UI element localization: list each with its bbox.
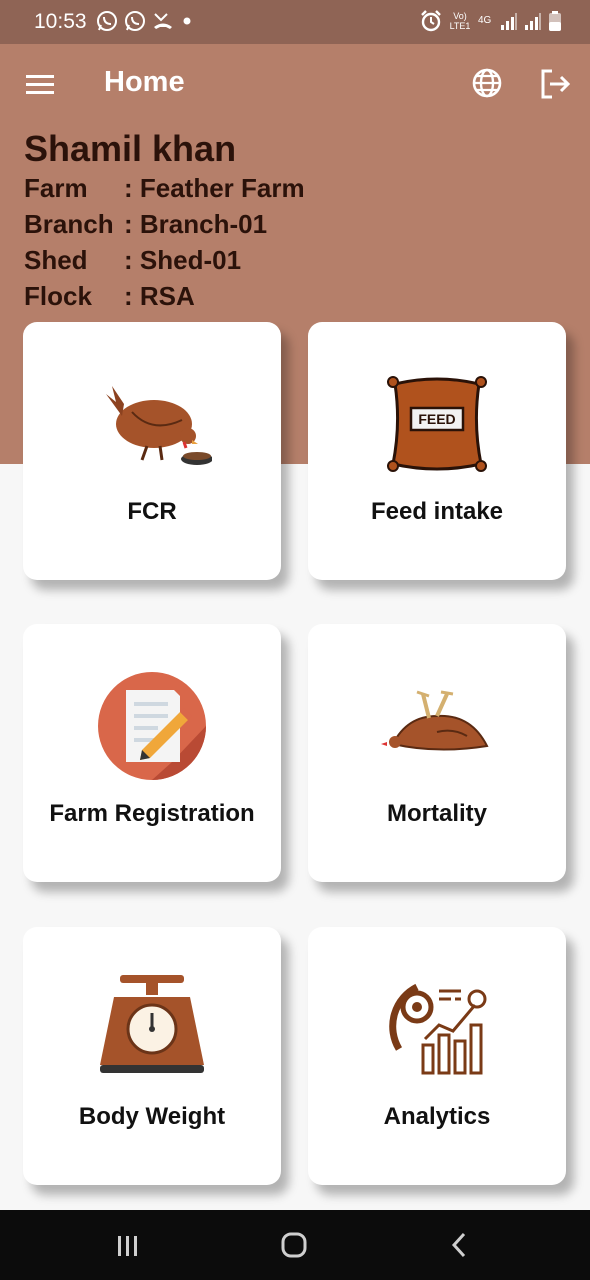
analytics-label: Analytics xyxy=(383,1103,491,1130)
flock-value: : RSA xyxy=(124,281,195,311)
menu-button[interactable] xyxy=(22,66,58,102)
recent-apps-button[interactable] xyxy=(108,1228,148,1262)
feed-bag-text: FEED xyxy=(418,411,455,427)
shed-value: : Shed-01 xyxy=(124,245,242,275)
branch-value: : Branch-01 xyxy=(124,209,268,239)
profile-info: Shamil khan Farm : Feather Farm Branch :… xyxy=(24,128,305,314)
farm-row: Farm : Feather Farm xyxy=(24,170,305,206)
page-title: Home xyxy=(104,66,185,98)
hamburger-menu-icon xyxy=(26,75,54,94)
branch-label: Branch xyxy=(24,209,114,239)
recent-apps-icon xyxy=(118,1236,137,1256)
feed-bag-icon: FEED xyxy=(387,376,487,472)
dot-icon xyxy=(183,17,191,25)
registration-form-icon xyxy=(98,672,206,780)
app-bar: Home xyxy=(0,44,590,124)
flock-label: Flock xyxy=(24,281,92,311)
fcr-label: FCR xyxy=(127,498,177,525)
status-right-icons: Vo) LTE1 4G xyxy=(420,9,562,33)
home-button[interactable] xyxy=(274,1228,314,1262)
hen-eating-icon xyxy=(106,386,212,465)
globe-icon xyxy=(472,68,502,98)
volte-icon: Vo) LTE1 xyxy=(449,11,471,31)
4g-icon: 4G xyxy=(478,15,492,26)
farm-label: Farm xyxy=(24,173,88,203)
alarm-icon xyxy=(421,10,441,32)
farm-registration-card[interactable]: Farm Registration xyxy=(23,624,281,882)
branch-row: Branch : Branch-01 xyxy=(24,206,305,242)
user-name: Shamil khan xyxy=(24,128,237,169)
body-weight-label: Body Weight xyxy=(78,1103,226,1130)
weighing-scale-icon xyxy=(100,975,204,1073)
dead-chicken-icon xyxy=(381,690,489,751)
missed-call-icon xyxy=(154,13,172,29)
shed-label: Shed xyxy=(24,245,88,275)
status-left-icons xyxy=(96,10,194,32)
whatsapp-icon xyxy=(97,11,117,31)
logout-button[interactable] xyxy=(537,66,573,102)
language-button[interactable] xyxy=(470,66,504,100)
status-bar: 10:53 Vo) LTE1 4G xyxy=(0,0,590,44)
back-icon xyxy=(451,1232,466,1258)
fcr-card[interactable]: FCR xyxy=(23,322,281,580)
feed-intake-card[interactable]: FEED Feed intake xyxy=(308,322,566,580)
back-button[interactable] xyxy=(440,1228,480,1262)
signal-icon xyxy=(525,13,541,30)
analytics-card[interactable]: Analytics xyxy=(308,927,566,1185)
logout-icon xyxy=(541,69,571,99)
battery-icon xyxy=(549,11,561,31)
analytics-chart-icon xyxy=(389,983,487,1075)
body-weight-card[interactable]: Body Weight xyxy=(23,927,281,1185)
flock-row: Flock : RSA xyxy=(24,278,305,314)
home-icon xyxy=(281,1232,307,1258)
mortality-card[interactable]: Mortality xyxy=(308,624,566,882)
signal-icon xyxy=(501,13,517,30)
shed-row: Shed : Shed-01 xyxy=(24,242,305,278)
whatsapp-icon xyxy=(125,11,145,31)
mortality-label: Mortality xyxy=(386,800,487,827)
status-time: 10:53 xyxy=(34,10,87,33)
system-nav-bar xyxy=(0,1210,590,1280)
farm-registration-label: Farm Registration xyxy=(49,800,255,827)
farm-value: : Feather Farm xyxy=(124,173,305,203)
feed-intake-label: Feed intake xyxy=(370,498,504,525)
